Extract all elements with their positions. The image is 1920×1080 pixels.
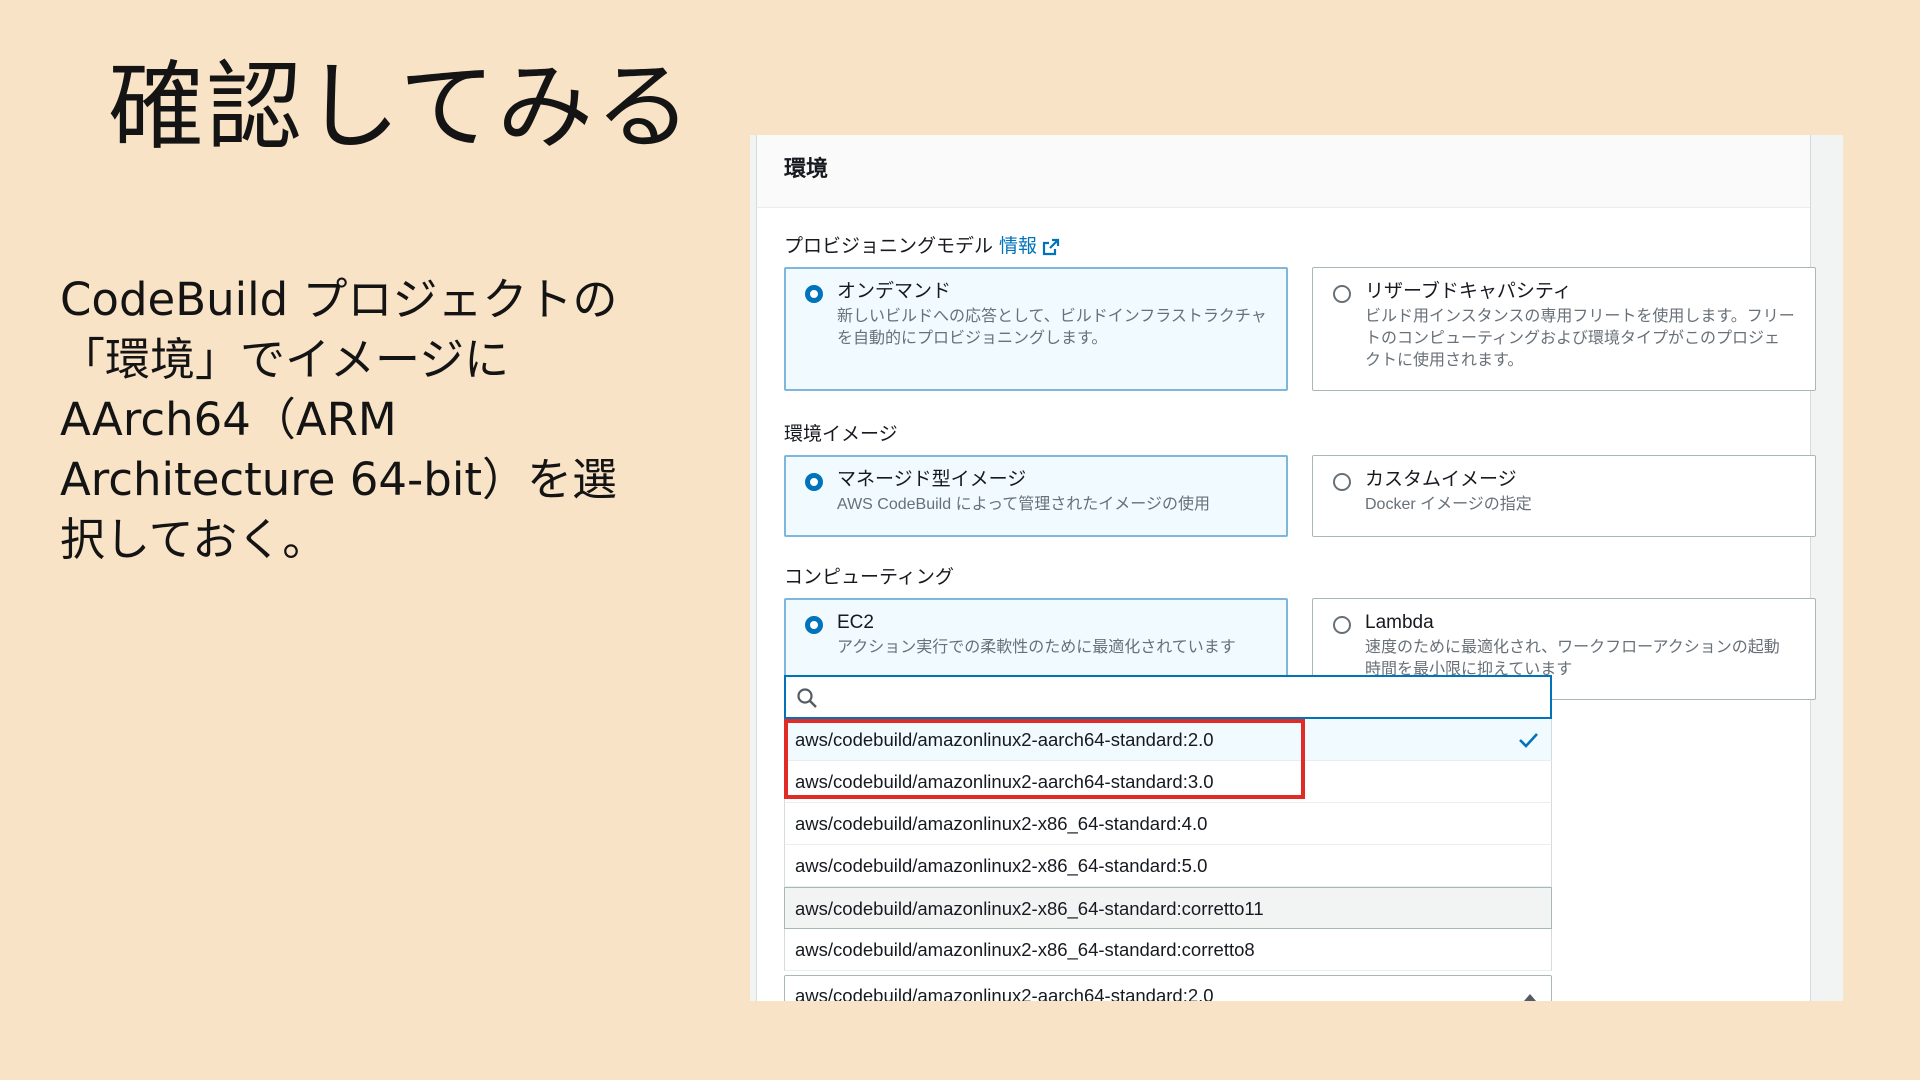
radio-lambda[interactable] xyxy=(1333,616,1351,634)
option-title: オンデマンド xyxy=(837,281,952,302)
option-title: Lambda xyxy=(1365,612,1434,633)
radio-ec2[interactable] xyxy=(805,616,823,634)
image-option-label: aws/codebuild/amazonlinux2-x86_64-standa… xyxy=(795,813,1208,834)
radio-reserved-capacity[interactable] xyxy=(1333,285,1351,303)
image-search-input[interactable] xyxy=(784,675,1552,719)
radio-on-demand[interactable] xyxy=(805,285,823,303)
slide-title: 確認してみる xyxy=(108,51,694,163)
image-option[interactable]: aws/codebuild/amazonlinux2-x86_64-standa… xyxy=(784,929,1552,971)
check-icon xyxy=(1519,733,1538,748)
provisioning-model-label-text: プロビジョニングモデル xyxy=(784,236,994,257)
image-option[interactable]: aws/codebuild/amazonlinux2-aarch64-stand… xyxy=(784,761,1552,803)
option-description: アクション実行での柔軟性のために最適化されています xyxy=(837,639,1236,656)
image-option[interactable]: aws/codebuild/amazonlinux2-x86_64-standa… xyxy=(784,803,1552,845)
info-link[interactable]: 情報 xyxy=(999,236,1037,257)
option-description: Docker イメージの指定 xyxy=(1365,496,1532,513)
environment-section: 環境 プロビジョニングモデル 情報 オンデマンド 新しいビルドへの応答として、ビル… xyxy=(756,135,1816,1001)
image-option-label: aws/codebuild/amazonlinux2-x86_64-standa… xyxy=(795,939,1255,960)
screenshot-panel: 環境 プロビジョニングモデル 情報 オンデマンド 新しいビルドへの応答として、ビル… xyxy=(750,135,1843,1001)
radio-managed-image[interactable] xyxy=(805,473,823,491)
provisioning-model-label: プロビジョニングモデル 情報 xyxy=(784,231,1061,258)
image-option[interactable]: aws/codebuild/amazonlinux2-aarch64-stand… xyxy=(784,719,1552,761)
image-option-label: aws/codebuild/amazonlinux2-aarch64-stand… xyxy=(795,729,1214,750)
option-description: ビルド用インスタンスの専用フリートを使用します。フリートのコンピューティングおよ… xyxy=(1365,308,1795,369)
section-header: 環境 xyxy=(757,135,1810,208)
search-icon xyxy=(797,688,817,708)
environment-image-label: 環境イメージ xyxy=(784,424,898,445)
slide-body-text: CodeBuild プロジェクトの 「環境」でイメージに AArch64（ARM… xyxy=(60,273,618,566)
image-dropdown-menu: aws/codebuild/amazonlinux2-aarch64-stand… xyxy=(784,675,1552,971)
image-option-label: aws/codebuild/amazonlinux2-x86_64-standa… xyxy=(795,898,1264,919)
caret-up-icon xyxy=(1524,994,1536,1001)
compute-label: コンピューティング xyxy=(784,567,954,588)
image-option-label: aws/codebuild/amazonlinux2-x86_64-standa… xyxy=(795,855,1208,876)
option-custom-image[interactable]: カスタムイメージ Docker イメージの指定 xyxy=(1312,455,1816,537)
external-link-icon[interactable] xyxy=(1041,237,1061,257)
option-description: 新しいビルドへの応答として、ビルドインフラストラクチャを自動的にプロビジョニング… xyxy=(837,308,1267,347)
option-title: マネージド型イメージ xyxy=(837,469,1027,490)
section-title: 環境 xyxy=(784,156,829,181)
image-option[interactable]: aws/codebuild/amazonlinux2-x86_64-standa… xyxy=(784,845,1552,887)
option-on-demand[interactable]: オンデマンド 新しいビルドへの応答として、ビルドインフラストラクチャを自動的にプ… xyxy=(784,267,1288,391)
image-select[interactable]: aws/codebuild/amazonlinux2-aarch64-stand… xyxy=(784,975,1552,1001)
option-title: カスタムイメージ xyxy=(1365,469,1517,490)
option-description: AWS CodeBuild によって管理されたイメージの使用 xyxy=(837,496,1210,513)
radio-custom-image[interactable] xyxy=(1333,473,1351,491)
image-select-value: aws/codebuild/amazonlinux2-aarch64-stand… xyxy=(795,985,1214,1001)
option-title: リザーブドキャパシティ xyxy=(1365,281,1572,302)
option-reserved-capacity[interactable]: リザーブドキャパシティ ビルド用インスタンスの専用フリートを使用します。フリート… xyxy=(1312,267,1816,391)
image-option-label: aws/codebuild/amazonlinux2-aarch64-stand… xyxy=(795,771,1214,792)
image-option[interactable]: aws/codebuild/amazonlinux2-x86_64-standa… xyxy=(784,887,1552,929)
option-title: EC2 xyxy=(837,612,874,633)
option-managed-image[interactable]: マネージド型イメージ AWS CodeBuild によって管理されたイメージの使… xyxy=(784,455,1288,537)
